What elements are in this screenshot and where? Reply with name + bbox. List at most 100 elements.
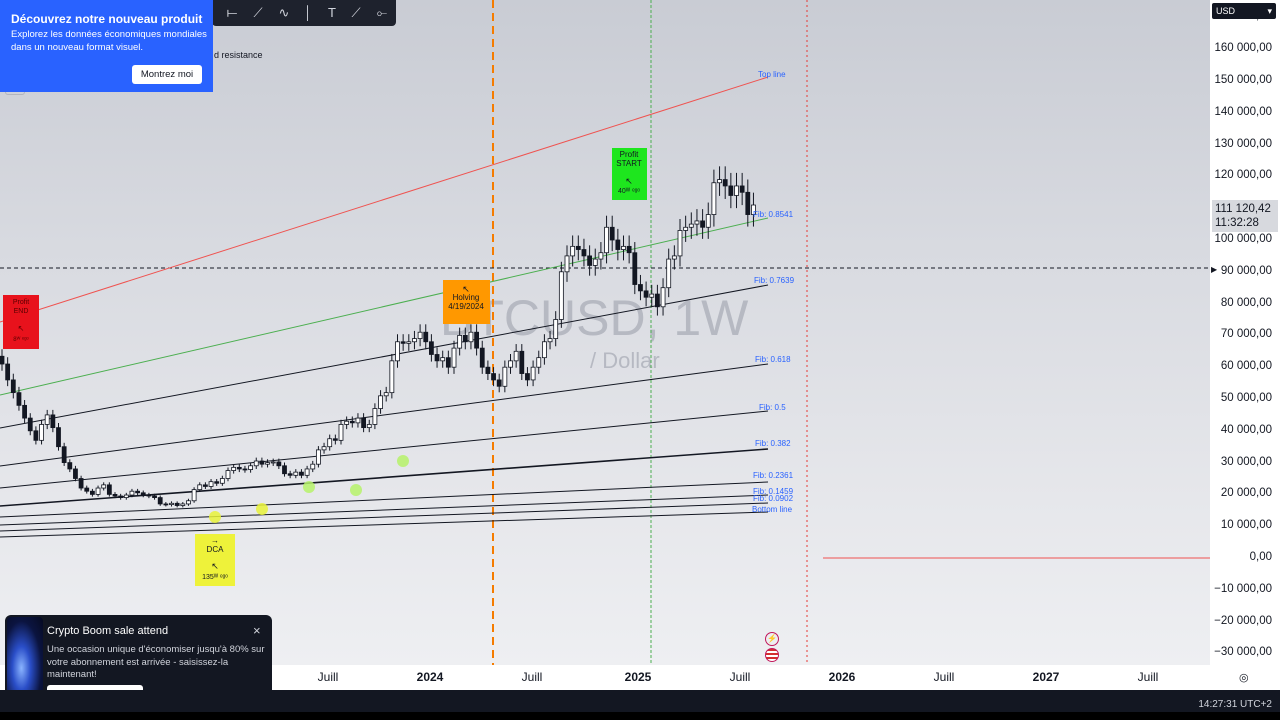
candle-body — [683, 226, 689, 231]
candle-body — [575, 245, 581, 250]
halving-date: 4/19/2024 — [448, 302, 484, 311]
candle-body — [688, 223, 694, 228]
arrow-icon: ↖ — [18, 324, 25, 333]
currency-selector[interactable]: USD ▾ — [1212, 3, 1276, 19]
time-tick-label: Juill — [933, 670, 955, 684]
fib-label: Fib: 0.2361 — [753, 471, 794, 480]
promo-popup: Découvrez notre nouveau produit Explorez… — [0, 0, 213, 92]
candle-body — [655, 293, 660, 308]
candle-body — [33, 430, 39, 441]
candle-body — [214, 481, 220, 484]
candle-body — [536, 357, 542, 368]
candle-body — [519, 350, 525, 374]
promo-text: Explorez les données économiques mondial… — [11, 29, 207, 53]
candle-body — [700, 220, 705, 228]
candle-body — [101, 484, 107, 489]
segment-icon[interactable]: ⟜ — [372, 3, 392, 23]
candle-body — [734, 185, 739, 196]
text-icon[interactable]: T — [322, 3, 342, 23]
profit-label: Profit — [620, 150, 639, 159]
candle-body — [90, 490, 95, 495]
price-axis[interactable]: 170 000,00160 000,00150 000,00140 000,00… — [1210, 0, 1280, 690]
candle-body — [474, 331, 480, 349]
trend-line-icon[interactable]: ⟋ — [248, 3, 268, 23]
path-icon[interactable]: ∿ — [274, 3, 294, 23]
candle-body — [78, 478, 84, 489]
candle-body — [508, 360, 513, 368]
candle-body — [0, 355, 5, 365]
ray-icon[interactable]: ⟋ — [346, 3, 366, 23]
bottom-line — [0, 511, 769, 538]
price-tick-label: 160 000,00 — [1214, 42, 1272, 55]
fib-label: Fib: 0.382 — [755, 439, 791, 448]
flash-icon[interactable]: ⚡ — [765, 632, 779, 646]
candle-body — [349, 420, 355, 424]
chart-area[interactable]: BTCUSD, 1W / Dollar Fib: 0.8541 Fib: 0.763… — [0, 0, 1210, 665]
candle-body — [581, 249, 587, 257]
candle-body — [299, 471, 304, 476]
candle-body — [10, 379, 16, 394]
candle-body — [16, 392, 22, 406]
price-tick-label: −30 000,00 — [1214, 646, 1272, 659]
price-tick-label: 130 000,00 — [1214, 137, 1272, 150]
candle-body — [615, 239, 621, 250]
currency-label: USD — [1216, 6, 1236, 16]
candle-body — [694, 220, 700, 225]
candle-body — [265, 462, 270, 465]
candle-body — [73, 468, 78, 479]
dca-marker — [256, 503, 268, 515]
candle-body — [22, 404, 28, 419]
candle-body — [728, 185, 734, 196]
candle-body — [327, 438, 333, 448]
candle-body — [208, 481, 214, 487]
candle-body — [451, 347, 457, 368]
dca-marker — [209, 511, 221, 523]
candle-body — [711, 182, 717, 215]
stop-weeks: 8ᵂ ᵉᵍᵒ — [13, 336, 29, 343]
settings-icon[interactable]: ◎ — [1239, 671, 1249, 684]
arrow-icon: ↖ — [625, 176, 633, 186]
candle-body — [293, 471, 299, 476]
time-tick-label: 2024 — [416, 670, 444, 684]
candle-body — [417, 331, 423, 339]
candle-body — [231, 466, 237, 471]
candle-body — [259, 460, 265, 465]
price-tick-label: 60 000,00 — [1220, 360, 1272, 373]
price-tick-label: 70 000,00 — [1220, 328, 1272, 341]
time-tick-label: Juill — [1137, 670, 1159, 684]
price-tick-label: 150 000,00 — [1214, 74, 1272, 86]
candle-body — [67, 462, 73, 470]
candle-body — [468, 331, 474, 343]
candle-body — [27, 417, 33, 432]
time-tick-label: 2026 — [828, 670, 856, 684]
price-tick-label: 30 000,00 — [1220, 455, 1272, 468]
candle-body — [530, 366, 536, 381]
candle-body — [485, 366, 491, 374]
candle-body — [457, 334, 463, 349]
dca-marker — [397, 455, 409, 467]
bar-countdown: 11:32:28 — [1215, 217, 1259, 229]
candle-body — [5, 363, 11, 381]
candle-body — [513, 350, 519, 362]
candle-body — [61, 446, 67, 464]
vertical-line-icon[interactable]: │ — [298, 3, 318, 23]
candle-body — [440, 357, 446, 362]
price-tick-label: 50 000,00 — [1220, 392, 1272, 404]
current-price: 111 120,42 — [1215, 203, 1271, 215]
candle-body — [236, 466, 242, 470]
candle-body — [146, 494, 152, 497]
chart-canvas[interactable]: BTCUSD, 1W/ Dollar Fib: 0.8541Fib: 0.763… — [0, 0, 1210, 665]
close-icon[interactable]: × — [253, 623, 261, 638]
promo-show-button[interactable]: Montrez moi — [132, 65, 202, 84]
horizontal-line-icon[interactable]: ⟝ — [222, 3, 242, 23]
top-line — [0, 76, 769, 323]
candle-body — [739, 185, 745, 193]
price-tick-label: −10 000,00 — [1214, 582, 1272, 595]
us-flag-icon[interactable] — [765, 648, 779, 662]
candle-body — [112, 493, 118, 497]
candle-body — [163, 503, 169, 506]
price-tick-label: 80 000,00 — [1220, 296, 1272, 309]
price-tick-label: −20 000,00 — [1214, 614, 1272, 627]
candle-body — [50, 414, 56, 429]
dca-weeks: 135ᵂ ᵉᵍᵒ — [202, 574, 228, 581]
